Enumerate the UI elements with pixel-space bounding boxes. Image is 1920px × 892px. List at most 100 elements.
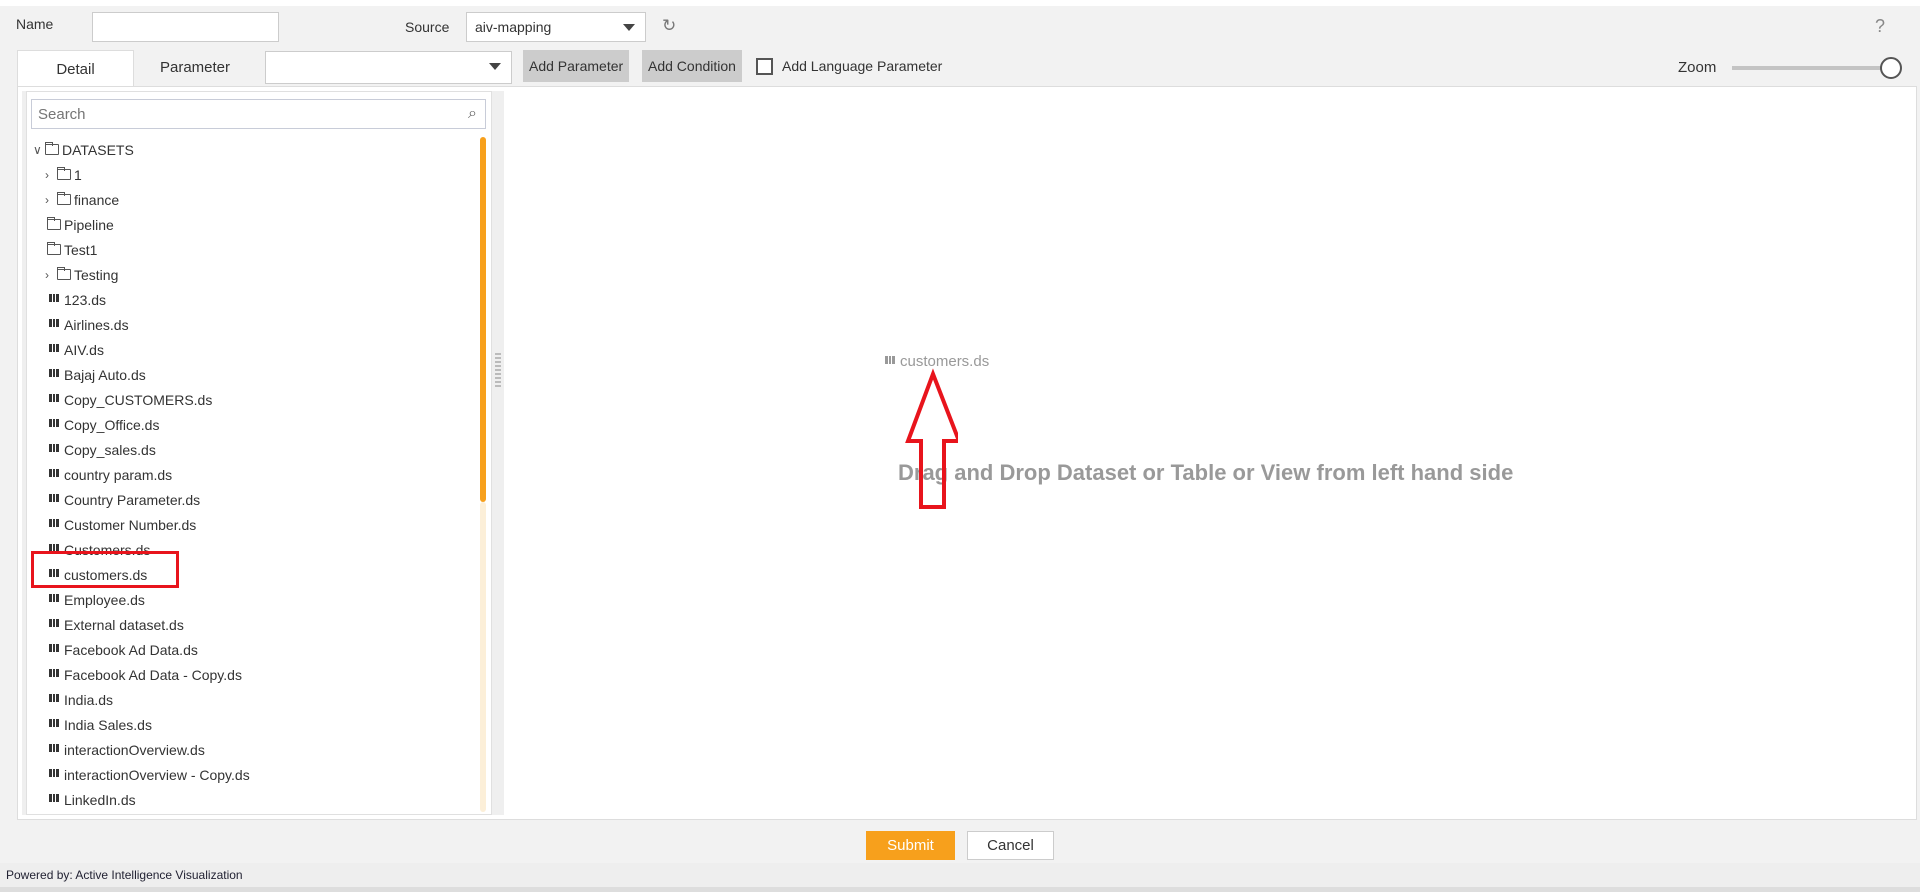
tree-item[interactable]: Facebook Ad Data - Copy.ds	[49, 662, 242, 687]
folder-icon	[47, 217, 61, 230]
dataset-icon	[49, 318, 59, 327]
folder-icon	[57, 267, 71, 280]
source-select[interactable]: aiv-mapping	[466, 12, 646, 42]
dataset-icon	[49, 293, 59, 302]
left-panel: ⌕ ∨DATASETS ›1›financePipelineTest1›Test…	[22, 91, 504, 815]
dataset-icon	[49, 793, 59, 802]
chevron-down-icon	[489, 63, 501, 70]
dataset-icon	[49, 368, 59, 377]
tree-item[interactable]: Employee.ds	[49, 587, 145, 612]
tree-item-label: Testing	[74, 266, 119, 283]
tree-item[interactable]: LinkedIn.ds	[49, 787, 136, 812]
folder-icon	[47, 242, 61, 255]
splitter-handle[interactable]	[495, 353, 501, 389]
tree-item[interactable]: Country Parameter.ds	[49, 487, 200, 512]
tree-scrollbar[interactable]	[480, 137, 486, 502]
tree-root-label: DATASETS	[62, 141, 134, 158]
tree-item[interactable]: India Sales.ds	[49, 712, 152, 737]
tree-item[interactable]: Facebook Ad Data.ds	[49, 637, 198, 662]
add-language-label: Add Language Parameter	[782, 58, 943, 74]
search-icon[interactable]: ⌕	[468, 105, 477, 123]
chevron-right-icon[interactable]: ›	[45, 268, 57, 282]
tree-item-label: Bajaj Auto.ds	[64, 366, 146, 383]
tree-item-label: 123.ds	[64, 291, 107, 308]
dataset-icon	[49, 668, 59, 677]
tree-item-label: Test1	[64, 241, 98, 258]
dataset-icon	[885, 355, 895, 364]
tree-item-label: interactionOverview.ds	[64, 741, 205, 758]
zoom-slider-handle[interactable]	[1880, 57, 1902, 79]
help-icon[interactable]: ?	[1875, 16, 1885, 37]
add-condition-button[interactable]: Add Condition	[642, 50, 742, 82]
tree-item[interactable]: interactionOverview - Copy.ds	[49, 762, 250, 787]
tree-item[interactable]: India.ds	[49, 687, 113, 712]
tree-item[interactable]: › Testing	[45, 262, 118, 287]
tab-parameter[interactable]: Parameter	[140, 50, 250, 85]
tree-item[interactable]: Pipeline	[45, 212, 114, 237]
footer-bar	[0, 863, 1920, 887]
tree-item-label: Airlines.ds	[64, 316, 129, 333]
tree-item[interactable]: Test1	[45, 237, 97, 262]
powered-by: Powered by: Active Intelligence Visualiz…	[6, 868, 243, 882]
tree-item-label: Pipeline	[64, 216, 114, 233]
folder-icon	[45, 142, 59, 155]
parameter-select[interactable]	[265, 51, 512, 84]
dataset-icon	[49, 593, 59, 602]
source-value: aiv-mapping	[475, 19, 552, 35]
tree-item-label: Customer Number.ds	[64, 516, 197, 533]
zoom-slider[interactable]	[1732, 66, 1882, 70]
dataset-icon	[49, 768, 59, 777]
add-parameter-button[interactable]: Add Parameter	[523, 50, 630, 82]
tree-item[interactable]: › 1	[45, 162, 82, 187]
tree-scrollbar-track	[480, 502, 486, 812]
name-input[interactable]	[92, 12, 279, 42]
top-strip	[0, 0, 1920, 6]
tree-item[interactable]: Customer Number.ds	[49, 512, 196, 537]
chevron-right-icon[interactable]: ›	[45, 168, 57, 182]
refresh-icon[interactable]: ↻	[662, 16, 676, 36]
dataset-icon	[49, 393, 59, 402]
tab-detail-label: Detail	[56, 60, 95, 78]
chevron-down-icon[interactable]: ∨	[33, 143, 45, 157]
add-language-checkbox[interactable]	[756, 58, 773, 75]
tree-item[interactable]: External dataset.ds	[49, 612, 184, 637]
tree-item[interactable]: Copy_CUSTOMERS.ds	[49, 387, 212, 412]
tree-item[interactable]: 123.ds	[49, 287, 106, 312]
tree-item-label: country param.ds	[64, 466, 173, 483]
tree-item[interactable]: Airlines.ds	[49, 312, 129, 337]
tree-item[interactable]: Copy_sales.ds	[49, 437, 156, 462]
dataset-icon	[49, 718, 59, 727]
search-box[interactable]: ⌕	[31, 99, 486, 129]
tree-item-label: Facebook Ad Data.ds	[64, 641, 198, 658]
tree-item[interactable]: Copy_Office.ds	[49, 412, 159, 437]
chevron-down-icon	[623, 24, 635, 31]
name-label: Name	[16, 16, 54, 32]
tree-item[interactable]: › finance	[45, 187, 119, 212]
tree-item[interactable]: Bajaj Auto.ds	[49, 362, 146, 387]
tab-detail[interactable]: Detail	[17, 50, 134, 87]
dataset-icon	[49, 493, 59, 502]
tree-item-label: Employee.ds	[64, 591, 145, 608]
cancel-button[interactable]: Cancel	[967, 831, 1054, 860]
tree-item[interactable]: interactionOverview.ds	[49, 737, 205, 762]
red-arrow-annotation	[905, 368, 958, 509]
folder-icon	[57, 192, 71, 205]
chevron-right-icon[interactable]: ›	[45, 193, 57, 207]
tree-item-label: interactionOverview - Copy.ds	[64, 766, 250, 783]
search-input[interactable]	[32, 105, 469, 123]
dataset-icon	[49, 743, 59, 752]
tree-root-datasets[interactable]: ∨ DATASETS	[33, 137, 134, 162]
tree-container: ⌕ ∨DATASETS ›1›financePipelineTest1›Test…	[26, 91, 492, 815]
tree-item[interactable]: country param.ds	[49, 462, 172, 487]
submit-button[interactable]: Submit	[866, 831, 955, 860]
tree-item-label: finance	[74, 191, 120, 208]
dataset-icon	[49, 518, 59, 527]
tree-item[interactable]: AIV.ds	[49, 337, 104, 362]
tree-item-label: Copy_Office.ds	[64, 416, 160, 433]
tree-item-label: Country Parameter.ds	[64, 491, 201, 508]
tree: ∨ DATASETS › 1 › finance Pipeline Test1 › Testin…	[27, 137, 467, 814]
tab-parameter-label: Parameter	[159, 59, 231, 76]
tree-item-label: Copy_CUSTOMERS.ds	[64, 391, 213, 408]
dataset-icon	[49, 343, 59, 352]
tree-item-label: Facebook Ad Data - Copy.ds	[64, 666, 242, 683]
